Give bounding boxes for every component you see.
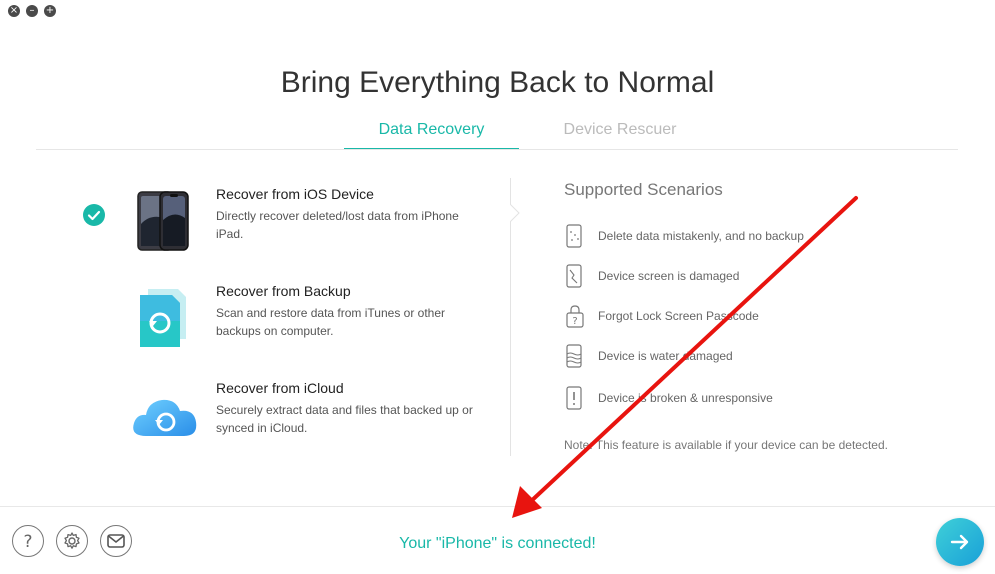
maximize-window-button[interactable]: + xyxy=(44,5,56,17)
footer-divider xyxy=(0,506,995,507)
backup-file-icon xyxy=(132,281,196,351)
scenario-text: Device is broken & unresponsive xyxy=(598,391,773,405)
lock-question-icon: ? xyxy=(566,305,584,328)
scenario-text: Device screen is damaged xyxy=(598,269,740,283)
icloud-icon xyxy=(132,378,197,448)
broken-device-icon xyxy=(566,386,582,410)
scenario-item: Device is broken & unresponsive xyxy=(564,386,773,410)
option-description: Directly recover deleted/lost data from … xyxy=(216,209,459,241)
tab-divider xyxy=(36,149,958,150)
option-recover-backup[interactable]: Recover from Backup Scan and restore dat… xyxy=(70,273,510,363)
scenario-item: Device is water damaged xyxy=(564,344,733,368)
arrow-right-icon xyxy=(950,534,969,550)
scenarios-title: Supported Scenarios xyxy=(564,180,723,199)
water-damage-icon xyxy=(566,344,582,368)
option-title: Recover from iOS Device xyxy=(216,186,374,202)
scenario-item: Device screen is damaged xyxy=(564,264,739,288)
divider-pointer-icon xyxy=(510,204,520,222)
iphone-devices-icon xyxy=(132,184,196,254)
close-window-button[interactable]: × xyxy=(8,5,20,17)
minimize-window-button[interactable]: – xyxy=(26,5,38,17)
selected-check-icon xyxy=(83,204,105,226)
scenario-item: ? Forgot Lock Screen Passcode xyxy=(564,304,759,328)
option-title: Recover from Backup xyxy=(216,283,351,299)
option-description: Scan and restore data from iTunes or oth… xyxy=(216,306,446,338)
mode-tabs: Data Recovery Device Rescuer xyxy=(0,120,995,150)
page-title: Bring Everything Back to Normal xyxy=(280,66,715,99)
deleted-phone-icon xyxy=(566,224,582,248)
svg-text:?: ? xyxy=(572,316,577,327)
option-recover-ios-device[interactable]: Recover from iOS Device Directly recover… xyxy=(70,176,510,266)
option-recover-icloud[interactable]: Recover from iCloud Securely extract dat… xyxy=(70,370,510,460)
next-button[interactable] xyxy=(936,518,984,566)
scenario-text: Delete data mistakenly, and no backup xyxy=(598,229,804,243)
option-title: Recover from iCloud xyxy=(216,380,344,396)
connection-status: Your "iPhone" is connected! xyxy=(399,535,596,552)
window-controls: × – + xyxy=(8,5,56,17)
scenario-text: Forgot Lock Screen Passcode xyxy=(598,309,759,323)
tab-device-rescuer[interactable]: Device Rescuer xyxy=(530,120,710,148)
tab-data-recovery[interactable]: Data Recovery xyxy=(344,120,519,150)
scenarios-note: Note: This feature is available if your … xyxy=(564,438,888,452)
option-description: Securely extract data and files that bac… xyxy=(216,403,473,435)
scenario-text: Device is water damaged xyxy=(598,349,733,363)
cracked-screen-icon xyxy=(566,264,582,288)
scenario-item: Delete data mistakenly, and no backup xyxy=(564,224,804,248)
